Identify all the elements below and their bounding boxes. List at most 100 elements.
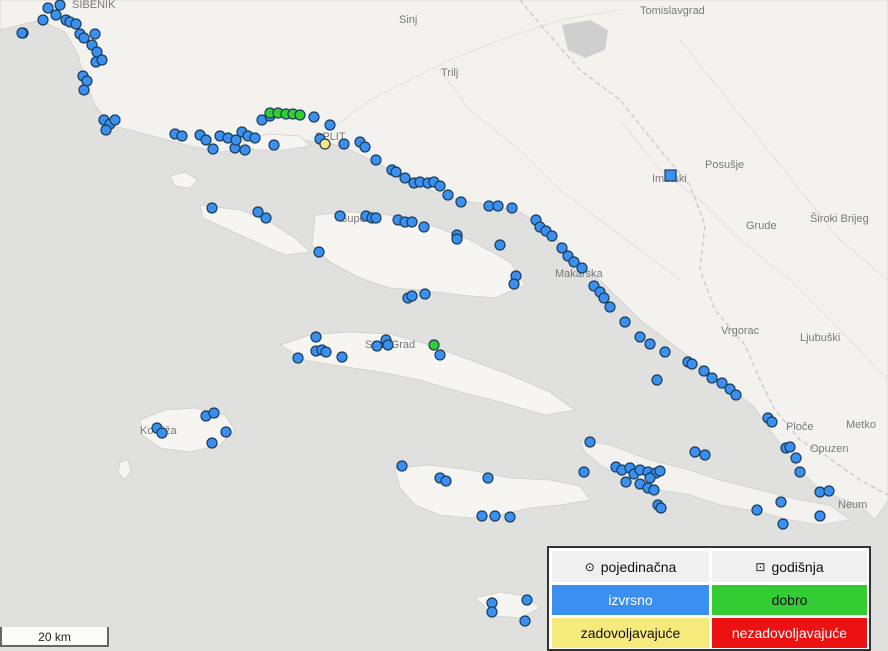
station-marker[interactable] <box>766 416 778 428</box>
legend-satisfactory[interactable]: zadovoljavajuće <box>552 618 709 648</box>
station-marker[interactable] <box>200 134 212 146</box>
station-marker[interactable] <box>319 138 331 150</box>
legend-unsatisfactory[interactable]: nezadovoljavajuće <box>712 618 867 648</box>
station-marker[interactable] <box>206 437 218 449</box>
station-marker[interactable] <box>308 111 320 123</box>
station-marker[interactable] <box>634 331 646 343</box>
station-marker[interactable] <box>310 331 322 343</box>
legend-annual-sample[interactable]: ⊡ godišnja <box>712 551 867 582</box>
station-marker[interactable] <box>519 615 531 627</box>
station-marker[interactable] <box>476 510 488 522</box>
station-marker[interactable] <box>220 426 232 438</box>
station-marker[interactable] <box>814 510 826 522</box>
station-marker[interactable] <box>730 389 742 401</box>
station-marker[interactable] <box>324 119 336 131</box>
station-marker[interactable] <box>156 427 168 439</box>
station-marker[interactable] <box>100 124 112 136</box>
station-marker[interactable] <box>698 365 710 377</box>
station-marker[interactable] <box>70 18 82 30</box>
station-marker[interactable] <box>777 518 789 530</box>
station-marker[interactable] <box>406 290 418 302</box>
station-marker[interactable] <box>823 485 835 497</box>
station-marker[interactable] <box>644 472 656 484</box>
station-marker[interactable] <box>506 202 518 214</box>
station-marker[interactable] <box>584 436 596 448</box>
station-marker[interactable] <box>336 351 348 363</box>
station-marker[interactable] <box>504 511 516 523</box>
station-marker[interactable] <box>790 452 802 464</box>
station-marker[interactable] <box>78 32 90 44</box>
station-marker[interactable] <box>578 466 590 478</box>
station-marker[interactable] <box>206 202 218 214</box>
station-marker[interactable] <box>442 189 454 201</box>
station-marker[interactable] <box>784 441 796 453</box>
station-marker[interactable] <box>486 606 498 618</box>
station-marker[interactable] <box>508 278 520 290</box>
station-marker[interactable] <box>208 407 220 419</box>
station-marker[interactable] <box>239 144 251 156</box>
station-marker[interactable] <box>313 246 325 258</box>
station-marker[interactable] <box>576 262 588 274</box>
station-marker[interactable] <box>492 200 504 212</box>
annual-station-marker[interactable] <box>664 169 677 182</box>
station-marker[interactable] <box>334 210 346 222</box>
station-marker[interactable] <box>37 14 49 26</box>
station-marker[interactable] <box>620 476 632 488</box>
station-marker[interactable] <box>359 141 371 153</box>
station-marker[interactable] <box>655 502 667 514</box>
station-marker[interactable] <box>207 143 219 155</box>
station-marker[interactable] <box>109 114 121 126</box>
station-marker[interactable] <box>699 449 711 461</box>
station-marker[interactable] <box>482 472 494 484</box>
station-marker[interactable] <box>434 349 446 361</box>
station-marker[interactable] <box>775 496 787 508</box>
station-marker[interactable] <box>396 460 408 472</box>
station-marker[interactable] <box>16 27 28 39</box>
station-marker[interactable] <box>654 465 666 477</box>
legend-excellent[interactable]: izvrsno <box>552 585 709 615</box>
station-marker[interactable] <box>434 180 446 192</box>
station-marker[interactable] <box>648 484 660 496</box>
station-marker[interactable] <box>382 339 394 351</box>
station-marker[interactable] <box>89 28 101 40</box>
station-marker[interactable] <box>546 230 558 242</box>
station-marker[interactable] <box>399 172 411 184</box>
station-marker[interactable] <box>176 130 188 142</box>
station-marker[interactable] <box>78 84 90 96</box>
station-marker[interactable] <box>689 446 701 458</box>
station-marker[interactable] <box>428 339 440 351</box>
station-marker[interactable] <box>320 346 332 358</box>
station-marker[interactable] <box>751 504 763 516</box>
station-marker[interactable] <box>706 372 718 384</box>
station-marker[interactable] <box>489 510 501 522</box>
station-marker[interactable] <box>338 138 350 150</box>
station-marker[interactable] <box>230 134 242 146</box>
station-marker[interactable] <box>598 292 610 304</box>
station-marker[interactable] <box>54 0 66 11</box>
station-marker[interactable] <box>455 196 467 208</box>
legend-good[interactable]: dobro <box>712 585 867 615</box>
station-marker[interactable] <box>268 139 280 151</box>
station-marker[interactable] <box>659 346 671 358</box>
station-marker[interactable] <box>521 594 533 606</box>
station-marker[interactable] <box>686 358 698 370</box>
station-marker[interactable] <box>249 132 261 144</box>
station-marker[interactable] <box>419 288 431 300</box>
station-marker[interactable] <box>42 2 54 14</box>
station-marker[interactable] <box>440 475 452 487</box>
station-marker[interactable] <box>370 212 382 224</box>
station-marker[interactable] <box>651 374 663 386</box>
station-marker[interactable] <box>494 239 506 251</box>
station-marker[interactable] <box>794 466 806 478</box>
station-marker[interactable] <box>50 9 62 21</box>
station-marker[interactable] <box>390 166 402 178</box>
station-marker[interactable] <box>96 54 108 66</box>
station-marker[interactable] <box>418 221 430 233</box>
station-marker[interactable] <box>604 301 616 313</box>
station-marker[interactable] <box>451 233 463 245</box>
station-marker[interactable] <box>370 154 382 166</box>
station-marker[interactable] <box>619 316 631 328</box>
station-marker[interactable] <box>406 216 418 228</box>
station-marker[interactable] <box>292 352 304 364</box>
station-marker[interactable] <box>644 338 656 350</box>
